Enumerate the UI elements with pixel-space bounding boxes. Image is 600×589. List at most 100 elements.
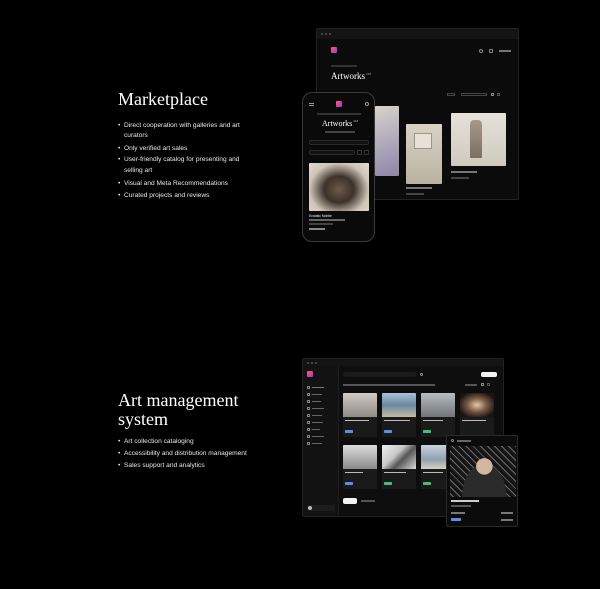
box-icon <box>307 428 310 431</box>
cart-icon[interactable] <box>489 49 493 53</box>
settings-icon <box>307 442 310 445</box>
artist-name <box>451 500 479 502</box>
artwork-caption <box>451 171 477 173</box>
filter-button[interactable] <box>447 93 455 96</box>
sidebar-item[interactable] <box>307 400 321 403</box>
management-title-line1: Art management <box>118 390 239 410</box>
add-artwork-button[interactable] <box>481 372 497 377</box>
window-dot <box>329 33 331 35</box>
sidebar-item[interactable] <box>307 414 322 417</box>
sidebar-item[interactable] <box>307 407 324 410</box>
window-dot <box>325 33 327 35</box>
folder-icon <box>307 393 310 396</box>
pagination[interactable] <box>361 500 375 502</box>
close-icon[interactable] <box>451 439 454 442</box>
status-badge <box>384 482 392 485</box>
grid-view-icon[interactable] <box>491 93 494 96</box>
artwork-thumbnail <box>382 393 416 417</box>
browser-bar <box>317 29 518 39</box>
artwork-title <box>345 420 369 422</box>
search-icon[interactable] <box>479 49 483 53</box>
avatar <box>308 506 312 510</box>
load-more-button[interactable] <box>343 498 357 504</box>
sort-select[interactable] <box>465 384 477 386</box>
brand-logo <box>331 47 337 53</box>
artwork-title <box>345 472 363 474</box>
artwork-card[interactable] <box>343 393 377 437</box>
artwork-image[interactable] <box>375 106 399 176</box>
artwork-card[interactable] <box>343 445 377 489</box>
map-icon <box>307 435 310 438</box>
sidebar-item[interactable] <box>307 393 322 396</box>
chart-icon <box>307 421 310 424</box>
window-dot <box>307 361 309 364</box>
mobile-artworks-heading: Artworks218 <box>322 119 359 128</box>
grid-view-icon[interactable] <box>357 150 362 155</box>
panel-tabs[interactable] <box>457 440 471 442</box>
artist-subtitle <box>451 505 471 507</box>
window-dot <box>321 33 323 35</box>
artwork-card[interactable] <box>382 393 416 437</box>
artwork-image[interactable] <box>309 163 369 211</box>
search-input[interactable] <box>309 140 369 145</box>
subtitle <box>325 131 355 133</box>
marketplace-mobile-screen: Artworks218 Ecstatic Mobile <box>302 92 375 242</box>
artwork-title[interactable]: Ecstatic Mobile <box>309 214 332 218</box>
sidebar-item[interactable] <box>307 442 322 445</box>
artwork-thumbnail <box>460 393 494 417</box>
list-view-icon[interactable] <box>497 93 500 96</box>
artwork-price <box>309 228 325 230</box>
sidebar-item[interactable] <box>307 428 320 431</box>
artwork-title <box>423 420 443 422</box>
list-view-icon[interactable] <box>364 150 369 155</box>
breadcrumb[interactable] <box>317 113 361 115</box>
artwork-thumbnail <box>382 445 416 469</box>
grid-view-icon[interactable] <box>481 383 484 386</box>
sort-select[interactable] <box>309 150 355 155</box>
sidebar <box>303 366 339 516</box>
artwork-card[interactable] <box>460 393 494 437</box>
management-features-list: Art collection cataloging Accessibility … <box>118 436 268 472</box>
sort-select[interactable] <box>461 93 487 96</box>
feature-item: Visual and Meta Recommendations <box>118 178 248 190</box>
sidebar-item[interactable] <box>307 435 324 438</box>
artwork-title <box>423 472 443 474</box>
menu-icon[interactable] <box>309 103 314 106</box>
account-link[interactable] <box>499 50 511 52</box>
artwork-thumbnail <box>343 445 377 469</box>
management-title-line2: system <box>118 408 169 429</box>
marketplace-features-list: Direct cooperation with galleries and ar… <box>118 121 248 201</box>
tag-icon <box>307 414 310 417</box>
filter-icon[interactable] <box>420 373 423 376</box>
list-view-icon[interactable] <box>487 383 490 386</box>
artwork-card[interactable] <box>382 445 416 489</box>
management-title: Art management system <box>118 391 238 429</box>
sidebar-item[interactable] <box>307 386 324 389</box>
sidebar-item[interactable] <box>307 421 323 424</box>
search-input[interactable] <box>343 372 417 377</box>
status-badge <box>423 482 431 485</box>
detail-value <box>501 519 513 521</box>
artwork-caption <box>451 177 469 179</box>
artwork-title <box>384 472 406 474</box>
feature-item: Accessibility and distribution managemen… <box>118 448 268 460</box>
browser-bar <box>303 359 503 366</box>
artwork-detail <box>414 133 432 149</box>
window-dot <box>315 361 317 364</box>
feature-item: Art collection cataloging <box>118 436 268 448</box>
artwork-artist <box>309 219 345 221</box>
status-badge <box>451 518 461 521</box>
feature-item: User-friendly catalog for presenting and… <box>118 155 248 175</box>
artwork-detail-panel <box>446 435 518 527</box>
artwork-thumbnail <box>421 393 455 417</box>
search-icon[interactable] <box>365 102 369 106</box>
window-dot <box>311 361 313 364</box>
breadcrumb[interactable] <box>331 65 357 67</box>
feature-item: Only verified art sales <box>118 143 248 155</box>
artwork-title <box>462 420 486 422</box>
detail-value <box>501 512 513 514</box>
artwork-card[interactable] <box>421 393 455 437</box>
brand-logo <box>336 101 342 107</box>
user-profile[interactable] <box>307 505 335 511</box>
summary-line <box>343 384 435 386</box>
